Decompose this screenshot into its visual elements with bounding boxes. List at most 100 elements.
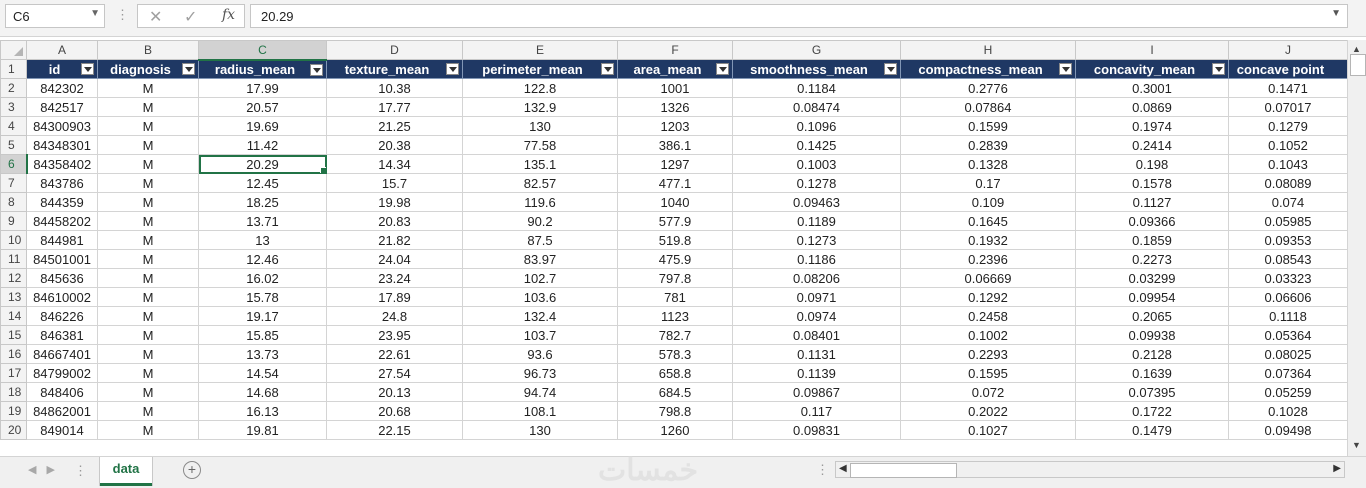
cell[interactable]: 94.74 [462,382,618,402]
cell[interactable]: 475.9 [617,249,733,269]
cell[interactable]: 14.34 [326,154,463,174]
cell[interactable]: 0.08089 [1228,173,1348,193]
cell[interactable]: 0.09366 [1075,211,1229,231]
cell[interactable]: 0.07017 [1228,97,1348,117]
row-header[interactable]: 15 [0,325,27,345]
cell[interactable]: 0.1425 [732,135,901,155]
row-header[interactable]: 6 [0,154,28,174]
cell[interactable]: 0.2293 [900,344,1076,364]
row-header[interactable]: 8 [0,192,27,212]
column-header-j[interactable]: J [1228,40,1348,60]
cell[interactable]: M [97,382,199,402]
row-header[interactable]: 7 [0,173,27,193]
cell[interactable]: 844359 [26,192,98,212]
row-header[interactable]: 14 [0,306,27,326]
cell[interactable]: 0.1932 [900,230,1076,250]
filter-dropdown-icon[interactable] [310,63,323,76]
header-cell[interactable]: concave point [1228,59,1348,79]
cell[interactable]: 845636 [26,268,98,288]
header-cell[interactable]: smoothness_mean [732,59,901,79]
cell[interactable]: 12.45 [198,173,327,193]
cell[interactable]: 18.25 [198,192,327,212]
cell[interactable]: M [97,287,199,307]
filter-dropdown-icon[interactable] [601,63,614,75]
cell[interactable]: 477.1 [617,173,733,193]
cell[interactable]: 684.5 [617,382,733,402]
cell[interactable]: 1297 [617,154,733,174]
filter-dropdown-icon[interactable] [884,63,897,75]
cell[interactable]: M [97,306,199,326]
cell[interactable]: 781 [617,287,733,307]
cell[interactable]: 0.1096 [732,116,901,136]
cell[interactable]: 0.07364 [1228,363,1348,383]
cancel-icon[interactable]: ✕ [149,7,162,27]
cell[interactable]: 84610002 [26,287,98,307]
cell[interactable]: 0.117 [732,401,901,421]
horizontal-scrollbar[interactable]: ◀ ▶ [835,461,1345,478]
cell[interactable]: 84862001 [26,401,98,421]
cell[interactable]: 842302 [26,78,98,98]
cell[interactable]: M [97,154,199,174]
sheet-nav-arrows-icon[interactable]: ◀▶ [28,463,65,476]
column-header-g[interactable]: G [732,40,901,60]
column-header-a[interactable]: A [26,40,98,60]
cell[interactable]: 13.73 [198,344,327,364]
cell[interactable]: 0.198 [1075,154,1229,174]
cell[interactable]: 132.9 [462,97,618,117]
enter-icon[interactable]: ✓ [184,7,197,27]
chevron-down-icon[interactable]: ▼ [90,8,100,19]
cell[interactable]: 797.8 [617,268,733,288]
cell[interactable]: 11.42 [198,135,327,155]
cell[interactable]: 519.8 [617,230,733,250]
cell[interactable]: 0.1118 [1228,306,1348,326]
cell[interactable]: 84348301 [26,135,98,155]
cell[interactable]: 13.71 [198,211,327,231]
cell[interactable]: 14.54 [198,363,327,383]
cell[interactable]: 15.85 [198,325,327,345]
cell[interactable]: 22.15 [326,420,463,440]
cell[interactable]: 0.1599 [900,116,1076,136]
cell[interactable]: 0.03323 [1228,268,1348,288]
cell[interactable]: 0.109 [900,192,1076,212]
cell[interactable]: 16.13 [198,401,327,421]
cell[interactable]: 0.1278 [732,173,901,193]
cell[interactable]: 132.4 [462,306,618,326]
cell[interactable]: 14.68 [198,382,327,402]
cell[interactable]: 12.46 [198,249,327,269]
cell[interactable]: 20.13 [326,382,463,402]
cell[interactable]: 15.78 [198,287,327,307]
cell[interactable]: 0.1003 [732,154,901,174]
cell[interactable]: 0.09498 [1228,420,1348,440]
cell[interactable]: 0.09353 [1228,230,1348,250]
cell[interactable]: 0.1479 [1075,420,1229,440]
cell[interactable]: M [97,173,199,193]
cell[interactable]: 0.1722 [1075,401,1229,421]
cell[interactable]: 119.6 [462,192,618,212]
add-sheet-button[interactable]: + [183,461,201,479]
row-header[interactable]: 10 [0,230,27,250]
cell[interactable]: 23.24 [326,268,463,288]
cell[interactable]: 843786 [26,173,98,193]
cell[interactable]: 798.8 [617,401,733,421]
filter-dropdown-icon[interactable] [81,63,94,75]
formula-bar-grip-icon[interactable]: ⋮ [116,7,129,23]
cell[interactable]: 0.1471 [1228,78,1348,98]
cell[interactable]: 0.3001 [1075,78,1229,98]
cell[interactable]: M [97,344,199,364]
cell[interactable]: M [97,211,199,231]
cell[interactable]: M [97,78,199,98]
cell[interactable]: 130 [462,420,618,440]
cell[interactable]: 20.68 [326,401,463,421]
row-header[interactable]: 17 [0,363,27,383]
cell[interactable]: 84358402 [26,154,98,174]
cell[interactable]: 19.17 [198,306,327,326]
cell[interactable]: 0.1139 [732,363,901,383]
cell[interactable]: 0.06669 [900,268,1076,288]
cell[interactable]: 135.1 [462,154,618,174]
cell[interactable]: 0.1027 [900,420,1076,440]
cell[interactable]: 0.09463 [732,192,901,212]
cell[interactable]: M [97,192,199,212]
column-header-f[interactable]: F [617,40,733,60]
cell[interactable]: 103.6 [462,287,618,307]
cell[interactable]: M [97,363,199,383]
